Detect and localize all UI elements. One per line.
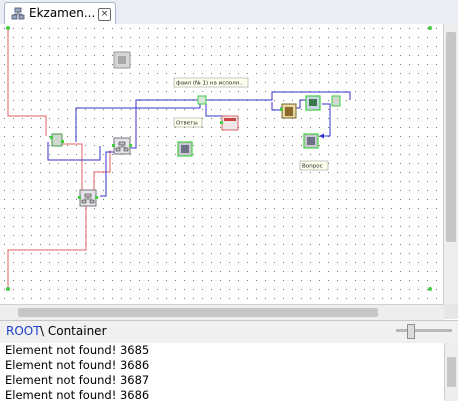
zoom-slider-knob[interactable] (407, 324, 415, 339)
console-line: Element not found! 3685 (5, 343, 150, 357)
label-top: фаил (№ 1) на исполн.. (173, 77, 249, 88)
node-calendar[interactable] (220, 115, 239, 131)
label-answers: Ответы (173, 117, 203, 128)
tab-ekzamen[interactable]: Ekzamen... × (4, 2, 116, 25)
node-grey-box[interactable] (113, 51, 131, 69)
node-answers[interactable] (177, 141, 193, 157)
diagram-icon (11, 7, 25, 20)
diagram-svg: фаил (№ 1) на исполн.. Ответы Вопрос (0, 24, 444, 304)
breadcrumb-root-link[interactable]: ROOT (6, 324, 41, 338)
console-output: Element not found! 3685 Element not foun… (0, 343, 444, 401)
editor-tab-bar: Ekzamen... × (0, 0, 458, 25)
zoom-slider[interactable] (396, 329, 452, 332)
breadcrumb: ROOT \ Container (0, 320, 458, 344)
console-vertical-scrollbar[interactable] (444, 343, 458, 401)
node-picture[interactable] (305, 95, 321, 111)
console-scroll-thumb[interactable] (447, 357, 456, 387)
node-hierarchy-2[interactable] (78, 189, 98, 207)
canvas-vertical-scrollbar[interactable] (443, 24, 458, 304)
horizontal-scroll-thumb[interactable] (18, 308, 378, 317)
node-small-connector[interactable] (197, 95, 207, 105)
diagram-canvas[interactable]: фаил (№ 1) на исполн.. Ответы Вопрос (0, 24, 445, 304)
node-left-gate[interactable] (50, 133, 64, 147)
vertical-scroll-thumb[interactable] (446, 32, 456, 242)
node-right-gate[interactable] (331, 95, 341, 107)
anchor-bottom-left (6, 287, 10, 291)
label-top-text: фаил (№ 1) на исполн.. (176, 81, 243, 87)
label-answers-text: Ответы (176, 121, 198, 127)
anchor-bottom-right (428, 287, 432, 291)
tab-title: Ekzamen... (29, 6, 96, 20)
anchor-top-left (6, 26, 10, 30)
anchor-top-right (428, 26, 432, 30)
node-hierarchy-1[interactable] (112, 137, 132, 155)
node-question[interactable] (303, 133, 319, 149)
node-document[interactable] (280, 103, 297, 119)
canvas-horizontal-scrollbar[interactable] (0, 304, 444, 320)
console-line: Element not found! 3686 (5, 388, 150, 401)
scroll-corner (444, 304, 458, 319)
grid-background (0, 24, 444, 304)
label-question: Вопрос (299, 160, 329, 171)
console-line: Element not found! 3687 (5, 373, 150, 387)
console-line: Element not found! 3686 (5, 358, 150, 372)
breadcrumb-current: \ Container (40, 324, 107, 338)
close-icon[interactable]: × (98, 8, 111, 21)
label-question-text: Вопрос (302, 164, 323, 170)
